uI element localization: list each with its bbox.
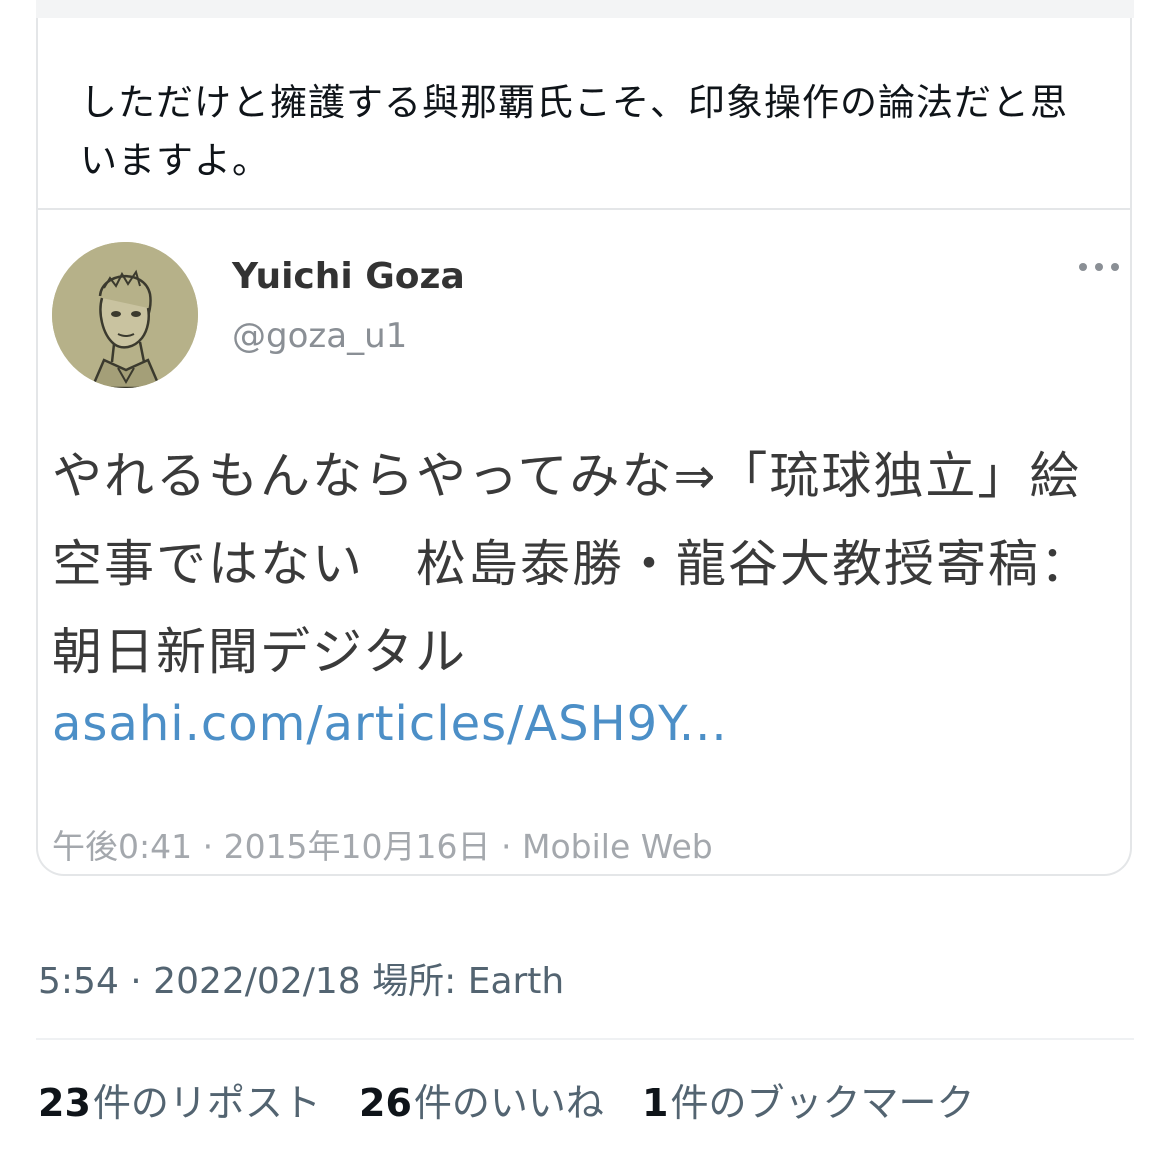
quoted-display-name[interactable]: Yuichi Goza [232, 256, 465, 297]
post-location[interactable]: 場所: Earth [372, 961, 564, 1002]
divider [36, 1038, 1134, 1040]
likes-stat[interactable]: 26件のいいね [359, 1072, 604, 1127]
top-strip [36, 0, 1134, 18]
quoted-handle[interactable]: @goza_u1 [232, 316, 407, 356]
avatar[interactable] [52, 242, 198, 388]
reposts-label: 件のリポスト [92, 1081, 321, 1125]
bookmarks-label: 件のブックマーク [670, 1081, 975, 1125]
post-meta: 5:54 · 2022/02/18 場所: Earth [38, 952, 564, 1004]
likes-count: 26 [359, 1081, 412, 1125]
reposts-stat[interactable]: 23件のリポスト [38, 1072, 321, 1127]
quoted-tweet-link[interactable]: asahi.com/articles/ASH9Y... [52, 696, 728, 752]
quoted-tweet-body: やれるもんならやってみな⇒「琉球独立」絵空事ではない 松島泰勝・龍谷大教授寄稿：… [52, 447, 1092, 681]
likes-label: 件のいいね [413, 1081, 604, 1125]
bookmarks-count: 1 [642, 1081, 669, 1125]
bookmarks-stat[interactable]: 1件のブックマーク [642, 1072, 974, 1127]
engagement-stats: 23件のリポスト 26件のいいね 1件のブックマーク [38, 1072, 1000, 1127]
quoted-tweet-screenshot[interactable]: Yuichi Goza @goza_u1 やれるもんならやってみな⇒「琉球独立」… [38, 208, 1130, 874]
tweet-card: しただけと擁護する與那覇氏こそ、印象操作の論法だと思いますよ。 Yuichi G… [36, 18, 1132, 876]
more-horizontal-icon[interactable] [1074, 252, 1124, 282]
post-timestamp[interactable]: 5:54 · 2022/02/18 [38, 961, 361, 1002]
reposts-count: 23 [38, 1081, 91, 1125]
avatar-illustration [52, 242, 198, 388]
tweet-text: しただけと擁護する與那覇氏こそ、印象操作の論法だと思いますよ。 [80, 81, 1068, 182]
quoted-tweet-meta: 午後0:41 · 2015年10月16日 · Mobile Web [52, 827, 713, 866]
